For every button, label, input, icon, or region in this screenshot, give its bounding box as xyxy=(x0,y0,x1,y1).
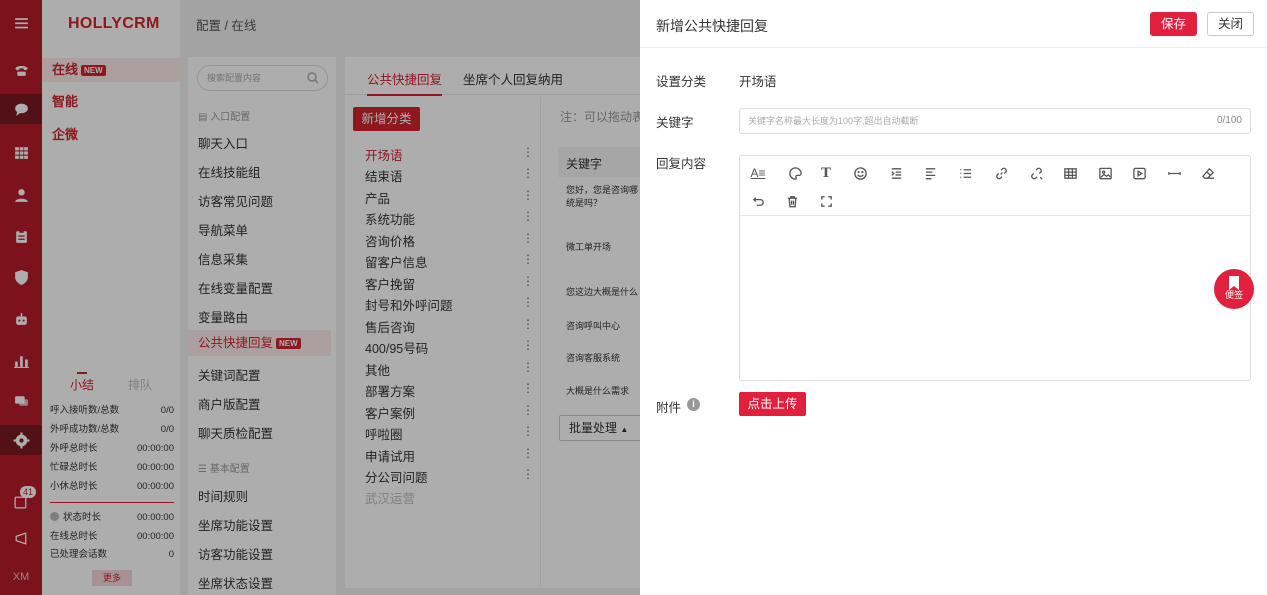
save-button[interactable]: 保存 xyxy=(1150,12,1198,36)
attachment-label: 附件 xyxy=(656,401,682,415)
emoji-icon[interactable] xyxy=(850,163,870,183)
trash-icon[interactable] xyxy=(782,191,802,211)
keyword-label: 关键字 xyxy=(656,116,694,130)
horizontal-rule-icon[interactable] xyxy=(1164,163,1184,183)
fullscreen-icon[interactable] xyxy=(816,191,836,211)
undo-icon[interactable] xyxy=(748,191,768,211)
eraser-icon[interactable] xyxy=(1198,163,1218,183)
image-icon[interactable] xyxy=(1095,163,1115,183)
editor-toolbar: A≡ T xyxy=(740,156,1250,216)
indent-icon[interactable] xyxy=(886,163,906,183)
palette-icon[interactable] xyxy=(785,163,805,183)
video-icon[interactable] xyxy=(1129,163,1149,183)
reply-content-label: 回复内容 xyxy=(656,157,707,171)
editor-content-area[interactable] xyxy=(740,217,1250,380)
list-icon[interactable] xyxy=(955,163,975,183)
rich-text-editor: A≡ T xyxy=(739,155,1251,381)
unlink-icon[interactable] xyxy=(1026,163,1046,183)
info-icon[interactable]: i xyxy=(687,398,700,411)
sticky-note-label: 便签 xyxy=(1224,290,1243,300)
drawer-title: 新增公共快捷回复 xyxy=(656,18,768,34)
modal-overlay[interactable] xyxy=(0,0,640,595)
sticky-note-button[interactable]: 便签 xyxy=(1214,269,1254,309)
table-icon[interactable] xyxy=(1060,163,1080,183)
drawer-divider xyxy=(640,47,1267,48)
char-counter: 0/100 xyxy=(1216,115,1242,126)
bookmark-icon xyxy=(1229,276,1239,290)
category-value: 开场语 xyxy=(739,75,777,89)
text-format-icon[interactable]: T xyxy=(816,163,836,183)
upload-button[interactable]: 点击上传 xyxy=(739,392,806,416)
add-reply-drawer: 新增公共快捷回复 保存 关闭 设置分类 开场语 关键字 关键字名称最大长度为10… xyxy=(640,0,1267,595)
keyword-placeholder: 关键字名称最大长度为100字,超出自动截断 xyxy=(748,116,919,126)
keyword-input[interactable]: 关键字名称最大长度为100字,超出自动截断 0/100 xyxy=(739,108,1251,134)
category-label: 设置分类 xyxy=(656,75,707,89)
font-size-icon[interactable]: A≡ xyxy=(748,163,768,183)
align-left-icon[interactable] xyxy=(920,163,940,183)
close-button[interactable]: 关闭 xyxy=(1207,12,1255,36)
link-icon[interactable] xyxy=(991,163,1011,183)
